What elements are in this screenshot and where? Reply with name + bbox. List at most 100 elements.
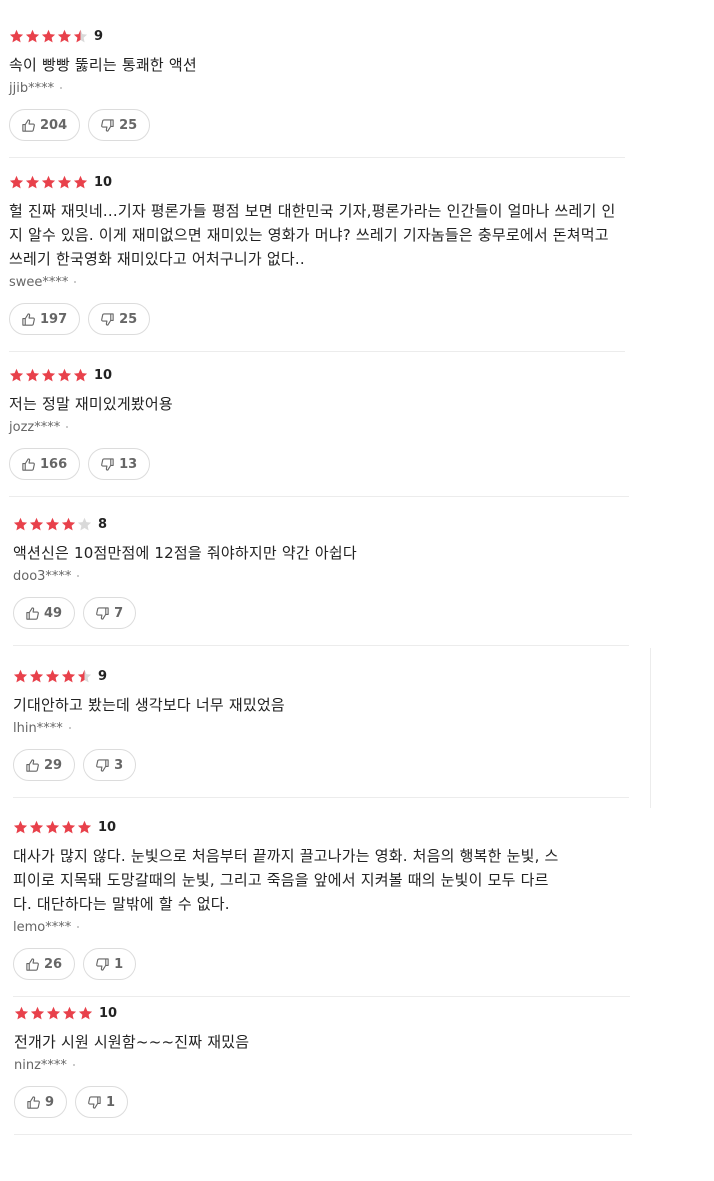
scrollbar-edge-divider bbox=[650, 648, 651, 808]
review-author: jjib**** bbox=[9, 78, 625, 98]
star-half-icon bbox=[77, 669, 92, 682]
star-filled-icon bbox=[62, 1006, 77, 1019]
star-rating bbox=[14, 1006, 93, 1021]
separator-dot bbox=[60, 87, 63, 89]
like-count: 29 bbox=[44, 757, 63, 773]
star-filled-icon bbox=[13, 669, 28, 682]
star-filled-icon bbox=[77, 820, 92, 833]
review-item: 9 기대안하고 봤는데 생각보다 너무 재밌었음 lhin**** 29 3 bbox=[13, 666, 629, 798]
like-button[interactable]: 49 bbox=[13, 597, 76, 629]
review-actions: 204 25 bbox=[9, 109, 625, 141]
like-button[interactable]: 166 bbox=[9, 448, 81, 480]
dislike-count: 1 bbox=[106, 1094, 116, 1110]
dislike-button[interactable]: 3 bbox=[83, 749, 137, 781]
dislike-count: 25 bbox=[119, 117, 138, 133]
dislike-button[interactable]: 13 bbox=[88, 448, 151, 480]
star-filled-icon bbox=[57, 29, 72, 42]
review-rating: 10 bbox=[9, 365, 629, 385]
star-rating bbox=[13, 669, 92, 684]
thumbs-up-icon bbox=[22, 312, 35, 326]
author-id: jozz**** bbox=[9, 419, 61, 435]
separator-dot bbox=[74, 281, 77, 283]
review-text: 대사가 많지 않다. 눈빛으로 처음부터 끝까지 끌고나가는 영화. 처음의 행… bbox=[13, 847, 559, 913]
star-rating bbox=[13, 820, 92, 835]
review-item: 9 속이 빵빵 뚫리는 통쾌한 액션 jjib**** 204 25 bbox=[9, 26, 625, 158]
thumbs-down-icon bbox=[96, 957, 109, 971]
star-filled-icon bbox=[46, 1006, 61, 1019]
like-button[interactable]: 29 bbox=[13, 749, 76, 781]
review-rating: 9 bbox=[13, 666, 629, 686]
star-filled-icon bbox=[29, 820, 44, 833]
review-author: jozz**** bbox=[9, 417, 629, 437]
like-count: 49 bbox=[44, 605, 63, 621]
star-filled-icon bbox=[13, 517, 28, 530]
review-rating: 8 bbox=[13, 514, 629, 534]
review-item: 10 전개가 시원 시원함~~~진짜 재밌음 ninz**** 9 1 bbox=[14, 1003, 632, 1135]
review-actions: 49 7 bbox=[13, 597, 629, 629]
review-actions: 26 1 bbox=[13, 948, 630, 980]
dislike-button[interactable]: 25 bbox=[88, 303, 151, 335]
review-actions: 91 bbox=[14, 1086, 632, 1118]
star-filled-icon bbox=[14, 1006, 29, 1019]
star-half-icon bbox=[73, 29, 88, 42]
dislike-count: 13 bbox=[119, 456, 138, 472]
like-button[interactable]: 26 bbox=[13, 948, 76, 980]
dislike-button[interactable]: 7 bbox=[83, 597, 137, 629]
like-button[interactable]: 9 bbox=[14, 1086, 68, 1118]
author-id: jjib**** bbox=[9, 80, 55, 96]
thumbs-down-icon bbox=[101, 118, 114, 132]
thumbs-down-icon bbox=[101, 312, 114, 326]
star-filled-icon bbox=[73, 175, 88, 188]
like-count: 166 bbox=[40, 456, 68, 472]
like-button[interactable]: 197 bbox=[9, 303, 81, 335]
like-count: 197 bbox=[40, 311, 68, 327]
dislike-button[interactable]: 1 bbox=[83, 948, 137, 980]
review-text: 전개가 시원 시원함~~~진짜 재밌음 bbox=[14, 1033, 250, 1051]
review-author: ninz**** bbox=[14, 1055, 632, 1075]
star-filled-icon bbox=[41, 29, 56, 42]
like-count: 9 bbox=[45, 1094, 55, 1110]
review-score: 10 bbox=[94, 367, 113, 383]
star-filled-icon bbox=[9, 29, 24, 42]
author-id: ninz**** bbox=[14, 1057, 67, 1073]
review-item: 10 저는 정말 재미있게봤어용 jozz**** 166 13 bbox=[9, 365, 629, 497]
review-actions: 166 13 bbox=[9, 448, 629, 480]
separator-dot bbox=[68, 727, 71, 729]
review-text: 액션신은 10점만점에 12점을 줘야하지만 약간 아쉽다 bbox=[13, 544, 357, 562]
star-filled-icon bbox=[73, 368, 88, 381]
dislike-button[interactable]: 25 bbox=[88, 109, 151, 141]
review-item: 10 헐 진짜 재밋네...기자 평론가들 평점 보면 대한민국 기자,평론가라는… bbox=[9, 172, 625, 352]
review-rating: 10 bbox=[14, 1003, 632, 1023]
star-rating bbox=[9, 368, 88, 383]
thumbs-down-icon bbox=[88, 1095, 101, 1109]
star-rating bbox=[9, 29, 88, 44]
star-filled-icon bbox=[78, 1006, 93, 1019]
review-author: lhin**** bbox=[13, 718, 629, 738]
review-score: 10 bbox=[98, 819, 117, 835]
star-filled-icon bbox=[45, 517, 60, 530]
review-score: 9 bbox=[94, 28, 104, 44]
review-rating: 10 bbox=[9, 172, 625, 192]
thumbs-down-icon bbox=[101, 457, 114, 471]
review-rating: 10 bbox=[13, 817, 630, 837]
star-filled-icon bbox=[25, 368, 40, 381]
thumbs-up-icon bbox=[26, 957, 39, 971]
review-text: 기대안하고 봤는데 생각보다 너무 재밌었음 bbox=[13, 696, 285, 714]
star-filled-icon bbox=[29, 517, 44, 530]
star-filled-icon bbox=[13, 820, 28, 833]
like-button[interactable]: 204 bbox=[9, 109, 81, 141]
dislike-button[interactable]: 1 bbox=[75, 1086, 129, 1118]
author-id: lhin**** bbox=[13, 720, 63, 736]
star-filled-icon bbox=[61, 669, 76, 682]
review-item: 10 대사가 많지 않다. 눈빛으로 처음부터 끝까지 끌고나가는 영화. 처음의… bbox=[13, 817, 630, 997]
thumbs-up-icon bbox=[26, 758, 39, 772]
star-filled-icon bbox=[9, 368, 24, 381]
author-id: doo3**** bbox=[13, 568, 72, 584]
thumbs-down-icon bbox=[96, 758, 109, 772]
star-filled-icon bbox=[45, 669, 60, 682]
review-score: 10 bbox=[99, 1005, 118, 1021]
dislike-count: 7 bbox=[114, 605, 124, 621]
star-filled-icon bbox=[29, 669, 44, 682]
star-rating bbox=[13, 517, 92, 532]
separator-dot bbox=[77, 926, 80, 928]
